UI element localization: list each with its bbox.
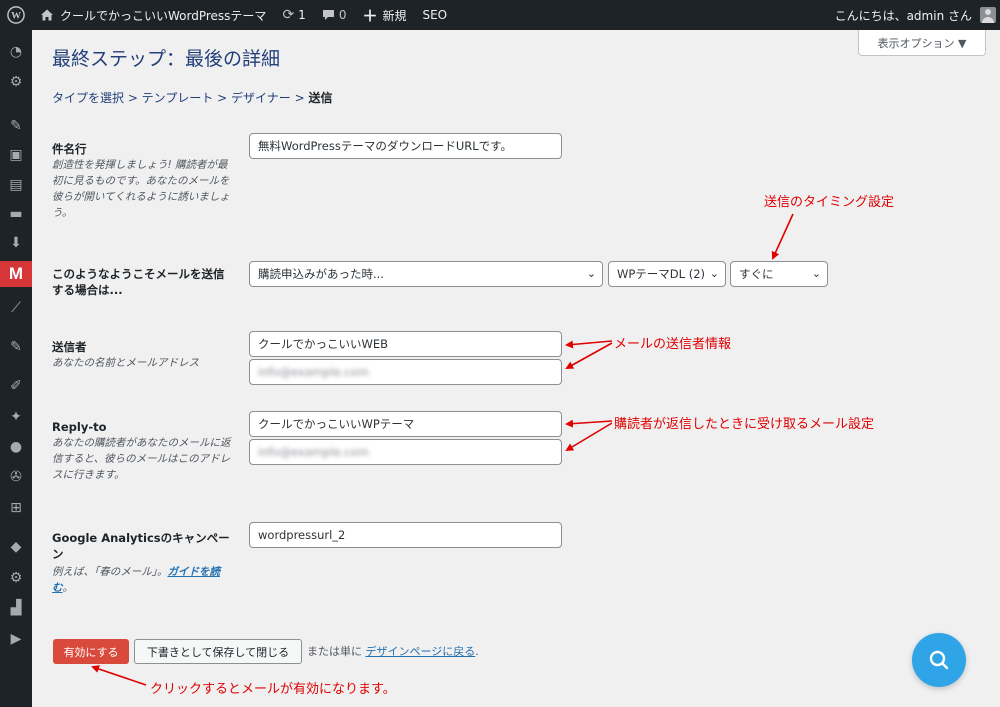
wrench-icon[interactable]: ✇	[0, 465, 32, 489]
sender-name-input[interactable]: クールでかっこいいWEB	[249, 331, 562, 357]
refresh-icon: ⟳	[282, 7, 295, 23]
media-icon[interactable]: ▣	[0, 143, 32, 167]
chevron-down-icon: ⌄	[586, 267, 596, 280]
seo-menu[interactable]: SEO	[414, 0, 455, 30]
mailpoet-icon[interactable]: M	[0, 261, 32, 287]
chart-icon[interactable]: ⟋	[0, 296, 32, 320]
breadcrumb: タイプを選択 > テンプレート > デザイナー > 送信	[52, 89, 332, 106]
reply-to-description: あなたの購読者があなたのメールに返信すると、彼らのメールはこのアドレスに行きます…	[52, 437, 231, 481]
annotation-sender: メールの送信者情報	[614, 337, 732, 352]
trigger-event-value: 購読申込みがあった時...	[258, 267, 384, 281]
breadcrumb-trail: タイプを選択 > テンプレート > デザイナー >	[52, 91, 309, 105]
subject-label: 件名行	[52, 142, 87, 156]
new-content-menu[interactable]: ＋ 新規	[354, 0, 414, 30]
trigger-label: このようなようこそメールを送信する場合は...	[52, 267, 225, 297]
help-search-button[interactable]	[912, 633, 966, 687]
admin-bar: W クールでかっこいいWordPressテーマ ⟳ 1 0 ＋ 新規 SEO こ…	[0, 0, 1000, 30]
trigger-list-value: WPテーマDL (2)	[617, 267, 706, 281]
ga-desc-suffix: 。	[62, 582, 74, 594]
download-icon[interactable]: ⬇	[0, 231, 32, 255]
pin-icon[interactable]: ✎	[0, 114, 32, 138]
home-icon	[41, 9, 53, 21]
annotation-activate: クリックするとメールが有効になります。	[150, 682, 396, 697]
search-icon	[929, 650, 949, 670]
sender-email-value: info@example.com	[258, 365, 369, 379]
avatar	[980, 7, 996, 23]
pin-icon[interactable]: ✎	[0, 335, 32, 359]
gear-icon[interactable]: ⚙	[0, 70, 32, 94]
back-text: または単に デザインページに戻る.	[307, 643, 479, 659]
greeting: こんにちは、admin さん	[834, 8, 972, 23]
or-text: または単に	[307, 645, 362, 658]
arrow-timing	[771, 213, 794, 260]
site-name-menu[interactable]: クールでかっこいいWordPressテーマ	[32, 0, 274, 30]
page-title: 最終ステップ：最後の詳細	[52, 48, 281, 70]
analytics-icon[interactable]: ▟	[0, 596, 32, 620]
user-icon[interactable]: ●	[0, 435, 32, 459]
reply-to-email-value: info@example.com	[258, 445, 369, 459]
gear-icon[interactable]: ⚙	[0, 566, 32, 590]
site-name: クールでかっこいいWordPressテーマ	[60, 8, 267, 23]
dashboard-icon[interactable]: ◔	[0, 40, 32, 64]
reply-to-email-input[interactable]: info@example.com	[249, 439, 562, 465]
sender-email-input[interactable]: info@example.com	[249, 359, 562, 385]
pages-icon[interactable]: ▤	[0, 173, 32, 197]
comments-icon[interactable]: ▬	[0, 202, 32, 226]
trigger-event-select[interactable]: 購読申込みがあった時... ⌄	[249, 261, 603, 287]
sender-description: あなたの名前とメールアドレス	[52, 357, 199, 369]
settings-panel-icon[interactable]: ⊞	[0, 496, 32, 520]
updates-count: 1	[298, 8, 306, 22]
back-suffix: .	[475, 645, 479, 658]
account-menu[interactable]: こんにちは、admin さん	[827, 0, 1000, 30]
ga-campaign-description: 例えば、「春のメール」。ガイドを読む。	[52, 564, 232, 596]
subject-description: 創造性を発揮しましょう! 購読者が最初に見るものです。あなたのメールを彼らが開い…	[52, 159, 230, 219]
ga-campaign-label: Google Analyticsのキャンペーン	[52, 531, 230, 561]
seo-label: SEO	[422, 8, 448, 22]
ga-desc-prefix: 例えば、「春のメール」。	[52, 566, 168, 578]
play-icon[interactable]: ▶	[0, 627, 32, 651]
chevron-down-icon: ⌄	[811, 267, 821, 280]
reply-to-name-input[interactable]: クールでかっこいいWPテーマ	[249, 411, 562, 437]
comments-menu[interactable]: 0	[314, 0, 355, 30]
plugin-icon[interactable]: ✦	[0, 405, 32, 429]
annotation-reply: 購読者が返信したときに受け取るメール設定	[614, 417, 875, 432]
arrow-reply-email	[565, 422, 613, 452]
annotation-timing: 送信のタイミング設定	[764, 195, 895, 210]
trigger-timing-value: すぐに	[739, 267, 774, 281]
trigger-list-select[interactable]: WPテーマDL (2) ⌄	[608, 261, 726, 287]
new-label: 新規	[382, 8, 407, 23]
breadcrumb-current: 送信	[308, 91, 333, 105]
admin-sidebar: ◔ ⚙ ✎ ▣ ▤ ▬ ⬇ M ⟋ ✎ ✐ ✦ ● ✇ ⊞ ◆ ⚙ ▟ ▶	[0, 30, 32, 707]
arrow-sender-email	[565, 342, 613, 369]
shield-icon[interactable]: ◆	[0, 535, 32, 559]
updates-menu[interactable]: ⟳ 1	[274, 0, 313, 30]
back-to-design-link[interactable]: デザインページに戻る	[366, 645, 476, 658]
comment-icon	[322, 10, 334, 20]
plus-icon: ＋	[362, 6, 378, 25]
svg-text:W: W	[11, 11, 21, 22]
sender-label: 送信者	[52, 340, 87, 354]
wordpress-logo-icon[interactable]: W	[0, 0, 32, 30]
reply-to-label: Reply-to	[52, 420, 107, 434]
ga-campaign-input[interactable]: wordpressurl_2	[249, 522, 562, 548]
activate-button[interactable]: 有効にする	[53, 639, 129, 664]
arrow-sender-name	[565, 340, 613, 349]
subject-input[interactable]: 無料WordPressテーマのダウンロードURLです。	[249, 133, 562, 159]
brush-icon[interactable]: ✐	[0, 374, 32, 398]
trigger-timing-select[interactable]: すぐに ⌄	[730, 261, 828, 287]
screen-options-button[interactable]: 表示オプション ▼	[858, 30, 986, 56]
comments-count: 0	[338, 8, 347, 22]
arrow-activate	[91, 665, 147, 686]
chevron-down-icon: ⌄	[709, 267, 719, 280]
save-draft-button[interactable]: 下書きとして保存して閉じる	[134, 639, 302, 664]
arrow-reply-name	[565, 419, 613, 428]
